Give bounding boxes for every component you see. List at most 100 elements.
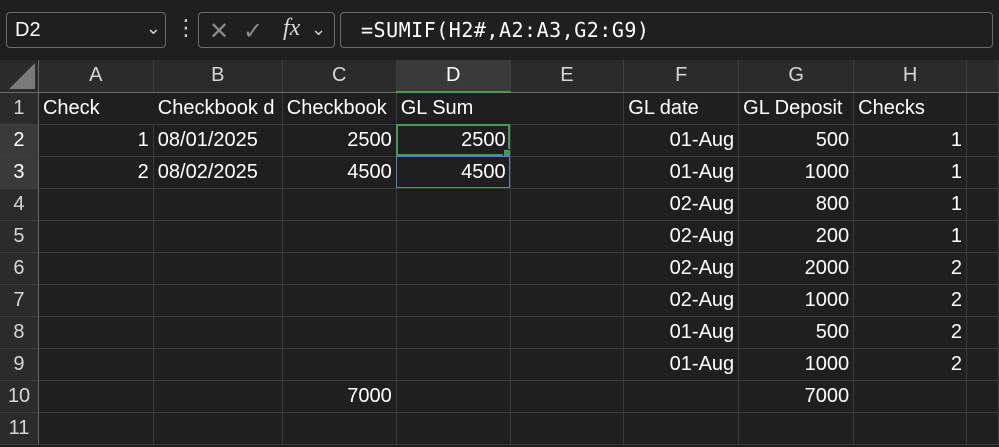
cell-a9[interactable] [38,348,154,381]
cell-c3[interactable]: 4500 [282,156,397,189]
cell-c8[interactable] [282,316,397,349]
cell-h7[interactable]: 2 [853,284,967,317]
cell-c11[interactable] [282,412,397,445]
cell-d6[interactable] [396,252,511,285]
cell-f9[interactable]: 01-Aug [623,348,740,381]
column-header-f[interactable]: F [623,60,740,93]
cell-c5[interactable] [282,220,397,253]
cell-g3[interactable]: 1000 [738,156,855,189]
cell-overflow[interactable] [966,220,999,253]
cell-h2[interactable]: 1 [853,124,967,157]
cell-g4[interactable]: 800 [738,188,855,221]
cell-overflow[interactable] [966,380,999,413]
cell-h11[interactable] [853,412,967,445]
cell-g5[interactable]: 200 [738,220,855,253]
row-header-2[interactable]: 2 [0,124,39,157]
cell-overflow[interactable] [966,412,999,445]
cell-c4[interactable] [282,188,397,221]
row-header-9[interactable]: 9 [0,348,39,381]
chevron-down-icon[interactable]: ⌄ [311,19,326,40]
cell-f11[interactable] [623,412,740,445]
cell-b11[interactable] [153,412,283,445]
cell-b10[interactable] [153,380,283,413]
cell-d7[interactable] [396,284,511,317]
cell-d1[interactable]: GL Sum [396,92,511,125]
enter-icon[interactable]: ✓ [243,17,263,46]
cell-g2[interactable]: 500 [738,124,855,157]
cell-c10[interactable]: 7000 [282,380,397,413]
cell-d4[interactable] [396,188,511,221]
cell-overflow[interactable] [966,124,999,157]
cell-overflow[interactable] [966,252,999,285]
cancel-icon[interactable]: ✕ [209,17,229,46]
cell-f6[interactable]: 02-Aug [623,252,740,285]
select-all-corner[interactable] [0,60,39,93]
cell-b6[interactable] [153,252,283,285]
cell-a1[interactable]: Check [38,92,154,125]
cell-overflow[interactable] [966,156,999,189]
cell-h9[interactable]: 2 [853,348,967,381]
row-header-8[interactable]: 8 [0,316,39,349]
insert-function-icon[interactable]: fx [283,15,300,42]
cell-g1[interactable]: GL Deposit [738,92,855,125]
more-options-icon[interactable]: ⋮ [175,14,197,42]
column-header-e[interactable]: E [510,60,625,93]
cell-overflow[interactable] [966,92,999,125]
cell-c7[interactable] [282,284,397,317]
cell-d2[interactable]: 2500 [396,124,511,157]
select-all-icon[interactable] [8,62,35,89]
cell-g7[interactable]: 1000 [738,284,855,317]
cell-a5[interactable] [38,220,154,253]
cell-d10[interactable] [396,380,511,413]
cell-f2[interactable]: 01-Aug [623,124,740,157]
cell-e3[interactable] [510,156,625,189]
cell-h1[interactable]: Checks [853,92,967,125]
cell-h6[interactable]: 2 [853,252,967,285]
cell-d11[interactable] [396,412,511,445]
cell-f5[interactable]: 02-Aug [623,220,740,253]
column-header-a[interactable]: A [38,60,154,93]
cell-overflow[interactable] [966,284,999,317]
cell-a11[interactable] [38,412,154,445]
cell-b1[interactable]: Checkbook d [153,92,283,125]
cell-e7[interactable] [510,284,625,317]
cell-c6[interactable] [282,252,397,285]
cell-b7[interactable] [153,284,283,317]
cell-e2[interactable] [510,124,625,157]
cell-c9[interactable] [282,348,397,381]
name-box-value[interactable]: D2 [15,19,41,42]
cell-overflow[interactable] [966,348,999,381]
cell-overflow[interactable] [966,188,999,221]
chevron-down-icon[interactable]: ⌄ [146,18,161,39]
cell-g8[interactable]: 500 [738,316,855,349]
cell-c2[interactable]: 2500 [282,124,397,157]
cell-h8[interactable]: 2 [853,316,967,349]
cell-g10[interactable]: 7000 [738,380,855,413]
cell-a6[interactable] [38,252,154,285]
fill-handle[interactable] [502,148,510,155]
cell-a4[interactable] [38,188,154,221]
cell-e6[interactable] [510,252,625,285]
cell-e9[interactable] [510,348,625,381]
cell-g6[interactable]: 2000 [738,252,855,285]
cell-f10[interactable] [623,380,740,413]
row-header-6[interactable]: 6 [0,252,39,285]
cell-e4[interactable] [510,188,625,221]
column-header-b[interactable]: B [153,60,283,93]
cell-b3[interactable]: 08/02/2025 [153,156,283,189]
cell-h5[interactable]: 1 [853,220,967,253]
cell-f1[interactable]: GL date [623,92,740,125]
cell-c1[interactable]: Checkbook [282,92,397,125]
cell-d9[interactable] [396,348,511,381]
cell-d5[interactable] [396,220,511,253]
cell-e8[interactable] [510,316,625,349]
cell-h10[interactable] [853,380,967,413]
cell-e5[interactable] [510,220,625,253]
row-header-10[interactable]: 10 [0,380,39,413]
row-header-1[interactable]: 1 [0,92,39,125]
cell-h3[interactable]: 1 [853,156,967,189]
row-header-5[interactable]: 5 [0,220,39,253]
cell-e1[interactable] [510,92,625,125]
row-header-7[interactable]: 7 [0,284,39,317]
formula-input[interactable]: =SUMIF(H2#,A2:A3,G2:G9) [340,12,993,48]
